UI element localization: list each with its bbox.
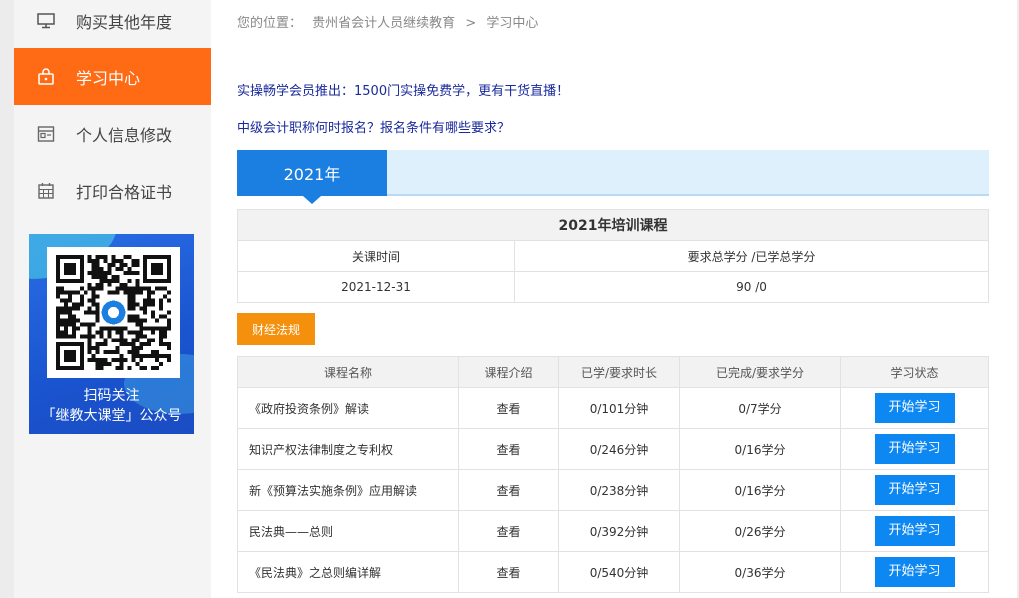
sidebar-item-print-certificate[interactable]: 打印合格证书 (14, 162, 217, 219)
table-row: 知识产权法律制度之专利权 查看 0/246分钟 0/16学分 开始学习 (237, 428, 989, 470)
start-study-button[interactable]: 开始学习 (874, 557, 955, 587)
table-row: 民法典——总则 查看 0/392分钟 0/26学分 开始学习 (237, 510, 989, 552)
start-study-button[interactable]: 开始学习 (874, 475, 955, 505)
qr-caption-line1: 扫码关注 (83, 388, 140, 404)
course-status: 开始学习 (840, 387, 989, 429)
breadcrumb-link-province[interactable]: 贵州省会计人员继续教育 (312, 16, 455, 31)
start-study-button[interactable]: 开始学习 (874, 434, 955, 464)
course-name: 《政府投资条例》解读 (237, 387, 459, 429)
profile-card-icon (36, 124, 56, 144)
course-time: 0/392分钟 (558, 510, 680, 552)
summary-header-credits: 要求总学分 /已学总学分 (514, 240, 989, 272)
course-intro-link[interactable]: 查看 (458, 551, 559, 593)
sidebar-item-buy-other-year[interactable]: 购买其他年度 (14, 0, 217, 49)
course-intro-link[interactable]: 查看 (458, 469, 559, 511)
course-table-header: 课程名称 课程介绍 已学/要求时长 已完成/要求学分 学习状态 (237, 356, 989, 388)
course-status: 开始学习 (840, 428, 989, 470)
table-row: 《政府投资条例》解读 查看 0/101分钟 0/7学分 开始学习 (237, 387, 989, 429)
calendar-grid-icon (36, 181, 56, 201)
notice-link-membership[interactable]: 实操畅学会员推出：1500门实操免费学，更有干货直播！ (237, 80, 569, 99)
column-header: 已学/要求时长 (558, 356, 680, 388)
qr-code (47, 247, 180, 378)
sidebar-item-label: 打印合格证书 (76, 182, 173, 202)
summary-close-time: 2021-12-31 (237, 271, 515, 303)
breadcrumb-current: 学习中心 (486, 16, 539, 31)
course-time: 0/238分钟 (558, 469, 680, 511)
course-table: 课程名称 课程介绍 已学/要求时长 已完成/要求学分 学习状态 《政府投资条例》… (237, 356, 989, 593)
course-time: 0/246分钟 (558, 428, 680, 470)
column-header: 课程名称 (237, 356, 459, 388)
sidebar-item-profile-edit[interactable]: 个人信息修改 (14, 105, 217, 162)
start-study-button[interactable]: 开始学习 (874, 393, 955, 423)
sidebar-item-label: 购买其他年度 (76, 12, 173, 32)
main-content: 您的位置： 贵州省会计人员继续教育 > 学习中心 实操畅学会员推出：1500门实… (211, 0, 1017, 598)
breadcrumb-separator: > (465, 16, 477, 31)
category-button-finance-law[interactable]: 财经法规 (237, 313, 315, 345)
course-time: 0/540分钟 (558, 551, 680, 593)
course-credit: 0/26学分 (679, 510, 841, 552)
notice-link-exam-registration[interactable]: 中级会计职称何时报名？报名条件有哪些要求？ (237, 117, 510, 136)
breadcrumb: 您的位置： 贵州省会计人员继续教育 > 学习中心 (237, 12, 544, 31)
course-status: 开始学习 (840, 469, 989, 511)
breadcrumb-prefix: 您的位置： (237, 16, 303, 31)
table-row: 《民法典》之总则编详解 查看 0/540分钟 0/36学分 开始学习 (237, 551, 989, 593)
tab-year-2021[interactable]: 2021年 (237, 150, 387, 204)
summary-table: 2021年培训课程 关课时间 要求总学分 /已学总学分 2021-12-31 9… (237, 209, 989, 303)
course-name: 《民法典》之总则编详解 (237, 551, 459, 593)
course-credit: 0/16学分 (679, 428, 841, 470)
start-study-button[interactable]: 开始学习 (874, 516, 955, 546)
column-header: 学习状态 (840, 356, 989, 388)
summary-header-close-time: 关课时间 (237, 240, 515, 272)
sidebar-item-study-center[interactable]: 学习中心 (14, 48, 225, 105)
table-row: 新《预算法实施条例》应用解读 查看 0/238分钟 0/16学分 开始学习 (237, 469, 989, 511)
sidebar-item-label: 学习中心 (76, 68, 141, 88)
sidebar: 购买其他年度 学习中心 个人信息修改 打印合格证书 扫码关注 「继教大课堂」公众… (14, 0, 225, 598)
course-credit: 0/36学分 (679, 551, 841, 593)
course-name: 知识产权法律制度之专利权 (237, 428, 459, 470)
sidebar-item-label: 个人信息修改 (76, 125, 173, 145)
course-name: 新《预算法实施条例》应用解读 (237, 469, 459, 511)
course-credit: 0/7学分 (679, 387, 841, 429)
summary-title: 2021年培训课程 (237, 209, 989, 241)
course-intro-link[interactable]: 查看 (458, 387, 559, 429)
column-header: 课程介绍 (458, 356, 559, 388)
course-name: 民法典——总则 (237, 510, 459, 552)
qr-caption-line2: 「继教大课堂」公众号 (41, 408, 182, 424)
year-tab-bar: 2021年 (237, 150, 989, 204)
lock-bag-icon (36, 67, 56, 87)
course-time: 0/101分钟 (558, 387, 680, 429)
course-intro-link[interactable]: 查看 (458, 428, 559, 470)
course-status: 开始学习 (840, 551, 989, 593)
qr-code-icon (56, 255, 171, 370)
qr-promo-card: 扫码关注 「继教大课堂」公众号 (29, 234, 194, 434)
course-intro-link[interactable]: 查看 (458, 510, 559, 552)
summary-credits: 90 /0 (514, 271, 989, 303)
course-status: 开始学习 (840, 510, 989, 552)
monitor-icon (36, 11, 56, 31)
course-credit: 0/16学分 (679, 469, 841, 511)
column-header: 已完成/要求学分 (679, 356, 841, 388)
